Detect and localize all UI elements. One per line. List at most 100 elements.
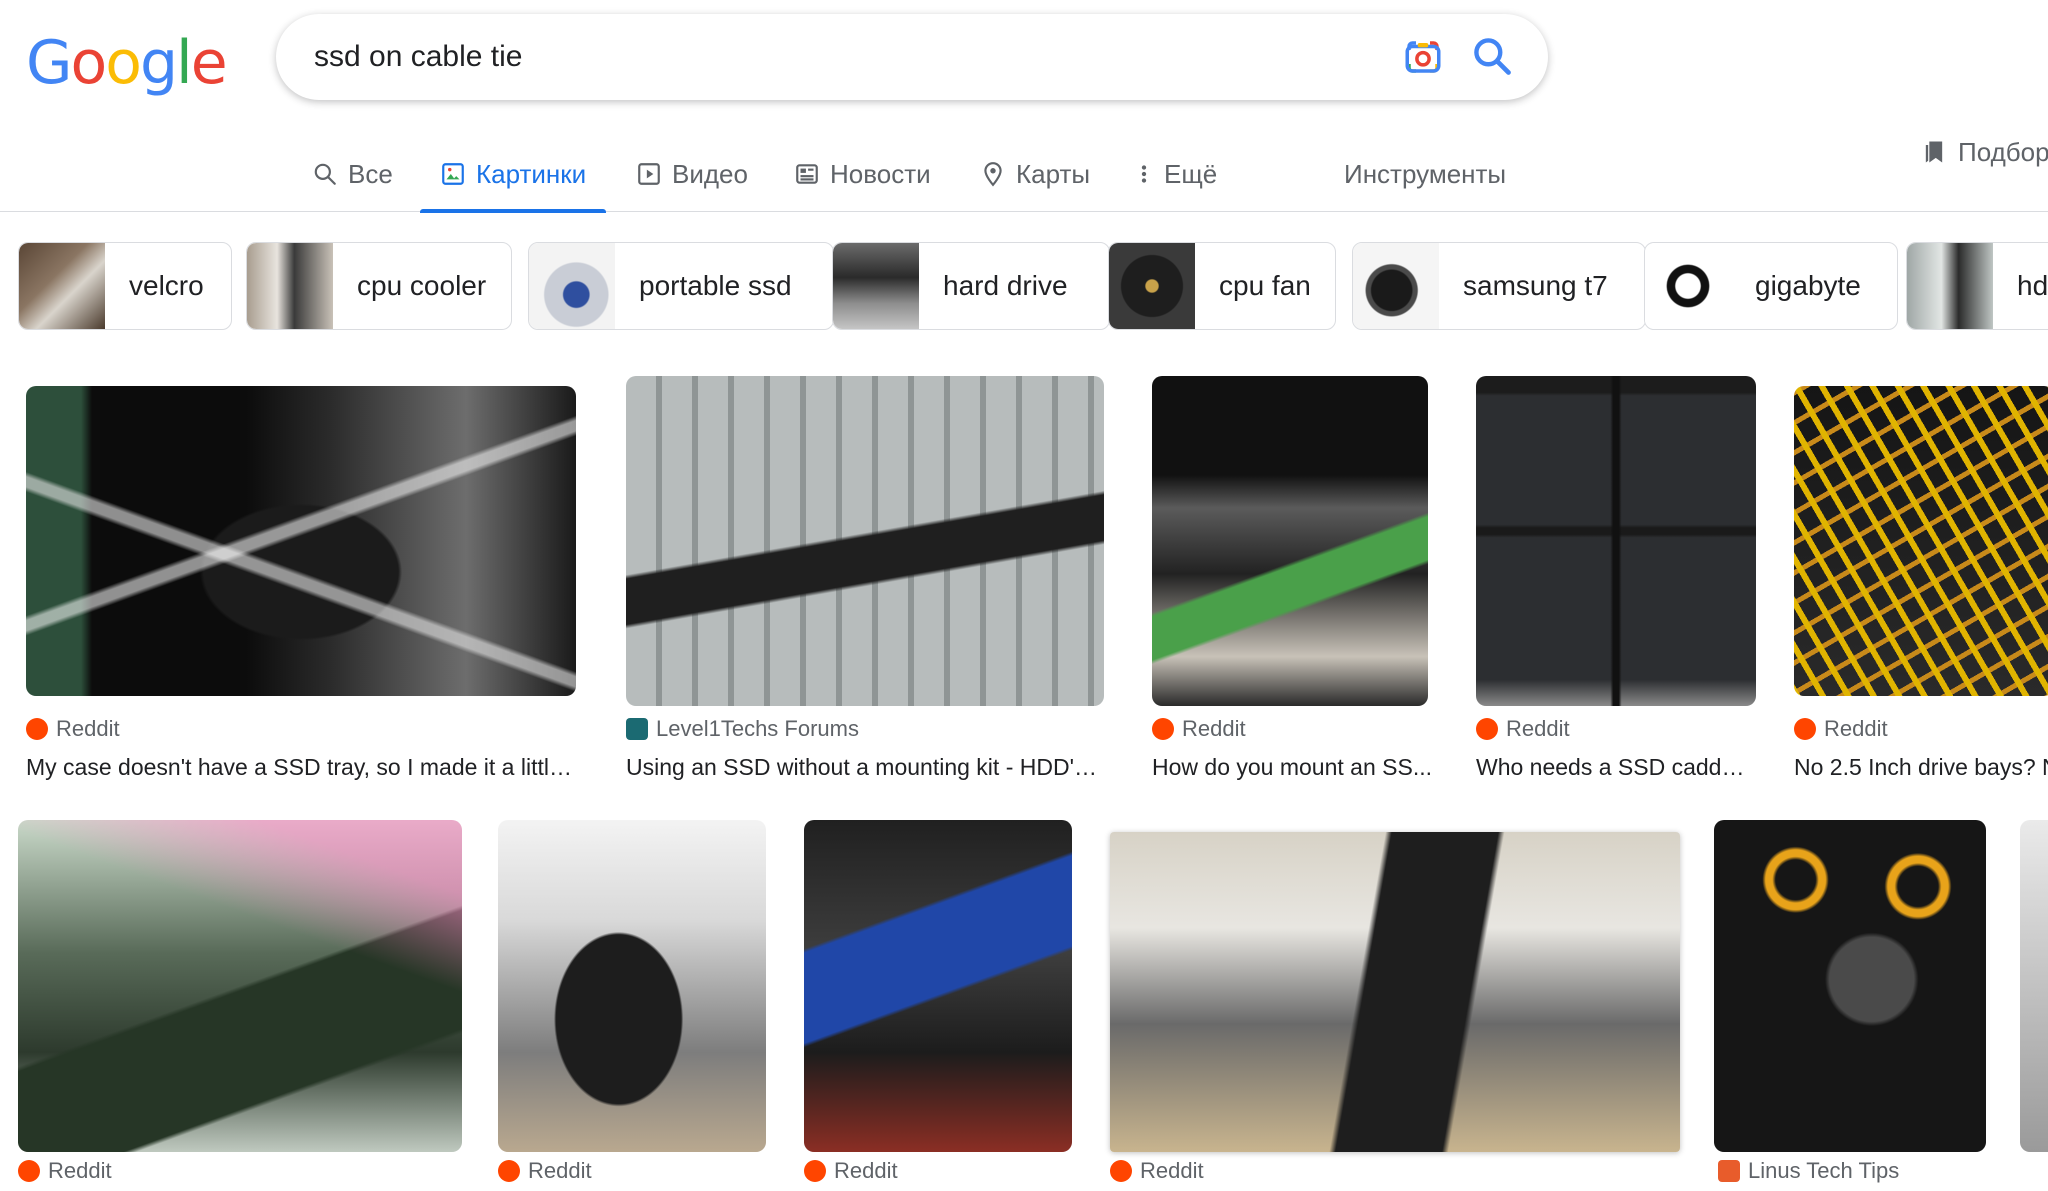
linus-tech-tips-icon [1718,1160,1740,1182]
chip-label: portable ssd [639,270,792,301]
result-source-name: Level1Techs Forums [656,716,859,741]
result-source[interactable]: Reddit [498,1158,592,1184]
result-image[interactable] [1794,386,2048,696]
search-icon[interactable] [1470,34,1514,78]
image-result[interactable]: Reddit [1104,818,1684,1191]
related-search-chips: velcro cpu cooler portable ssd hard driv… [18,242,2048,332]
tab-maps-label: Карты [1016,158,1091,189]
logo-letter-g2: g [139,28,178,98]
image-result[interactable]: Reddit [798,818,1078,1191]
tab-all[interactable]: Все [312,136,393,212]
tab-news-label: Новости [830,158,931,189]
logo-letter-o1: o [70,28,108,98]
result-title[interactable]: Using an SSD without a mounting kit - HD… [626,754,1106,781]
logo-letter-o2: o [105,28,142,98]
result-source[interactable]: Reddit [1152,716,1246,742]
result-source-name: Reddit [834,1158,898,1183]
chip-thumbnail [1353,243,1439,329]
tab-maps[interactable]: Карты [980,136,1090,212]
image-icon [442,163,464,185]
image-result[interactable]: Reddit No 2.5 Inch drive bays? N [1788,376,2048,796]
chip-samsung-t7[interactable]: samsung t7 [1352,242,1646,330]
result-source-name: Linus Tech Tips [1748,1158,1900,1183]
result-image[interactable] [1714,820,1986,1152]
result-source-name: Reddit [48,1158,112,1183]
search-tabs: Все Картинки Видео Новости Карты Ещё Инс… [0,136,2048,213]
more-vert-icon [1141,165,1147,183]
reddit-icon [498,1160,520,1182]
logo-letter-e: e [190,28,228,98]
result-source[interactable]: Reddit [26,716,120,742]
result-image[interactable] [804,820,1072,1152]
result-title[interactable]: My case doesn't have a SSD tray, so I ma… [26,754,576,781]
image-result[interactable]: Reddit [492,818,772,1191]
tab-videos[interactable]: Видео [636,136,748,212]
chip-cpu-fan[interactable]: cpu fan [1108,242,1336,330]
chip-label: cpu cooler [357,270,487,301]
search-icon [314,163,336,185]
chip-thumbnail [1109,243,1195,329]
tools-button[interactable]: Инструменты [1344,136,1506,212]
image-result[interactable]: Reddit My case doesn't have a SSD tray, … [20,376,580,796]
reddit-icon [18,1160,40,1182]
result-title[interactable]: Who needs a SSD caddy... [1476,754,1746,781]
image-result[interactable]: Reddit [12,818,472,1191]
result-source[interactable]: Reddit [1110,1158,1204,1184]
chip-hard-drive[interactable]: hard drive [832,242,1110,330]
image-result[interactable]: Reddit How do you mount an SS... [1146,376,1436,796]
chip-hdd[interactable]: hdd [1906,242,2048,330]
google-lens-icon[interactable] [1402,36,1444,78]
collections-label: Подборки [1958,136,2048,167]
tab-more[interactable]: Ещё [1134,136,1217,212]
chip-label: cpu fan [1219,270,1311,301]
result-source-name: Reddit [1824,716,1888,741]
image-result-partial[interactable] [2020,818,2048,1191]
result-title[interactable]: How do you mount an SS... [1152,754,1432,781]
newspaper-icon [796,164,818,184]
result-image[interactable] [1110,832,1680,1152]
result-image[interactable] [1152,376,1428,706]
result-source[interactable]: Level1Techs Forums [626,716,859,742]
image-result[interactable]: Reddit Who needs a SSD caddy... [1470,376,1756,796]
level1techs-icon [626,718,648,740]
result-source[interactable]: Reddit [18,1158,112,1184]
tab-news[interactable]: Новости [794,136,931,212]
image-result[interactable]: Level1Techs Forums Using an SSD without … [620,376,1110,796]
tab-videos-label: Видео [672,158,748,189]
chip-label: hdd [2017,270,2048,301]
result-source[interactable]: Reddit [1794,716,1888,742]
result-source-name: Reddit [56,716,120,741]
image-result[interactable]: Linus Tech Tips [1712,818,1992,1191]
logo-letter-l: l [176,28,193,98]
result-image[interactable] [626,376,1104,706]
reddit-icon [1110,1160,1132,1182]
result-source-name: Reddit [1140,1158,1204,1183]
google-logo[interactable]: Google [26,28,228,98]
result-image[interactable] [18,820,462,1152]
chip-thumbnail [833,243,919,329]
result-image[interactable] [2020,820,2048,1152]
bookmark-icon [1925,141,1943,163]
result-image[interactable] [26,386,576,696]
chip-label: samsung t7 [1463,270,1608,301]
chip-thumbnail [247,243,333,329]
collections-button[interactable]: Подборки [1920,122,2048,182]
tab-more-label: Ещё [1164,158,1218,189]
tab-images[interactable]: Картинки [420,136,607,213]
chip-portable-ssd[interactable]: portable ssd [528,242,834,330]
chip-cpu-cooler[interactable]: cpu cooler [246,242,512,330]
result-source[interactable]: Reddit [1476,716,1570,742]
search-input[interactable] [314,40,1314,74]
result-source[interactable]: Reddit [804,1158,898,1184]
result-image[interactable] [498,820,766,1152]
result-source[interactable]: Linus Tech Tips [1718,1158,1899,1184]
chip-thumbnail [529,243,615,329]
result-title[interactable]: No 2.5 Inch drive bays? N [1794,754,2048,781]
reddit-icon [1794,718,1816,740]
chip-velcro[interactable]: velcro [18,242,232,330]
tab-all-label: Все [348,158,393,189]
chip-thumbnail [19,243,105,329]
result-image[interactable] [1476,376,1756,706]
result-source-name: Reddit [1506,716,1570,741]
chip-gigabyte[interactable]: gigabyte [1644,242,1898,330]
